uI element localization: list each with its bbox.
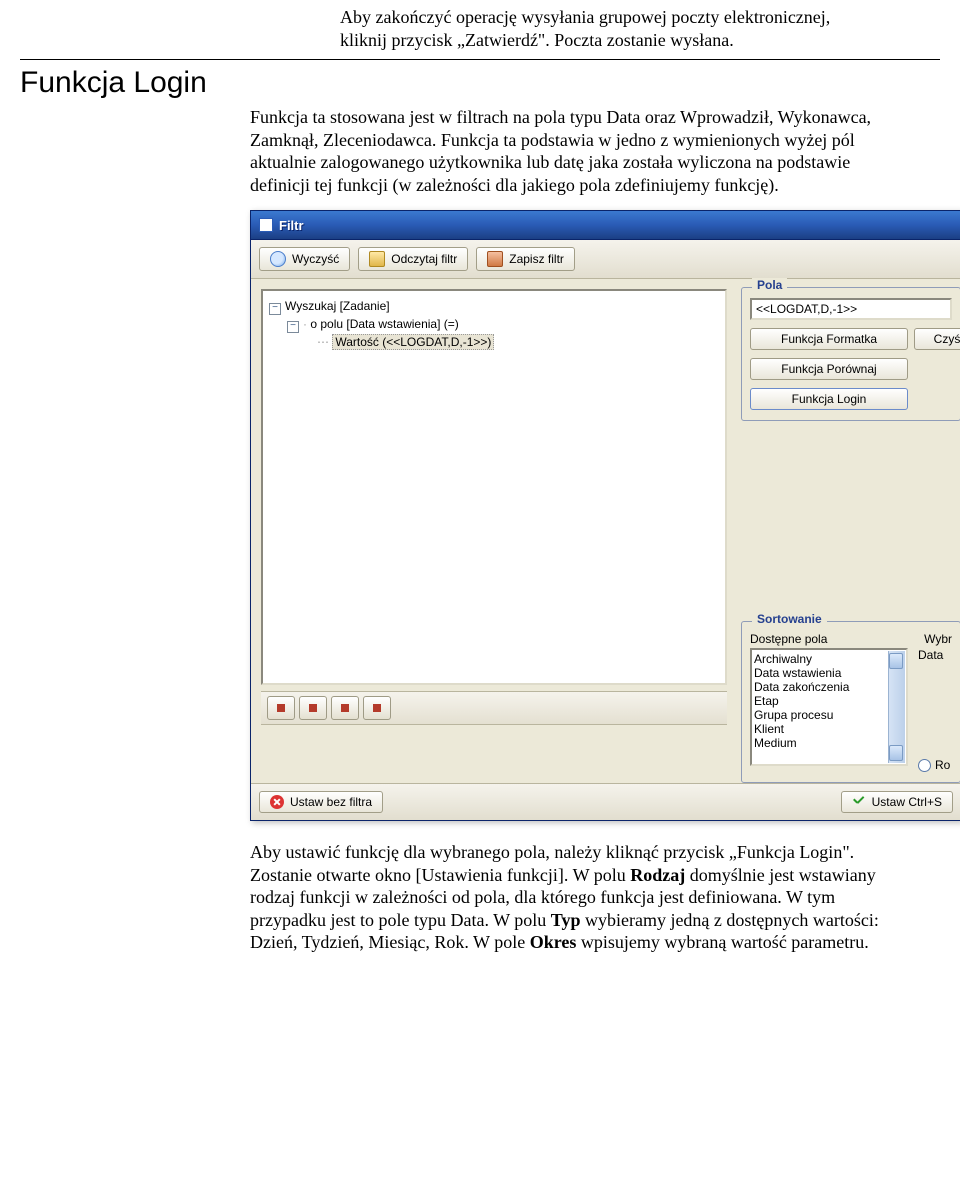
set-without-filter-label: Ustaw bez filtra [290,795,372,809]
mid-paragraph: Funkcja ta stosowana jest w filtrach na … [250,106,900,196]
sort-order-radio[interactable] [918,759,931,772]
open-icon [369,251,385,267]
move-up-button[interactable] [299,696,327,720]
criteria-tree[interactable]: −Wyszukaj [Zadanie] −· o polu [Data wsta… [261,289,727,685]
list-item[interactable]: Data wstawienia [754,666,904,680]
section-rule [20,59,940,60]
toolbar: Wyczyść Odczytaj filtr Zapisz filtr [251,240,960,279]
list-item[interactable]: Medium [754,736,904,750]
open-filter-button[interactable]: Odczytaj filtr [358,247,468,271]
section-heading: Funkcja Login [20,66,960,100]
tree-reorder-toolbar [261,691,727,725]
tree-collapse-icon[interactable]: − [287,321,299,333]
sort-order-label: Ro [935,758,950,772]
save-filter-label: Zapisz filtr [509,252,564,266]
list-item[interactable]: Data [918,648,950,662]
set-button-label: Ustaw Ctrl+S [872,795,942,809]
cancel-icon [270,795,284,809]
move-down-button[interactable] [331,696,359,720]
window-icon [259,218,273,232]
list-item[interactable]: Data zakończenia [754,680,904,694]
bottom-bar: Ustaw bez filtra Ustaw Ctrl+S [251,783,960,820]
filter-window: Filtr Wyczyść Odczytaj filtr Zapisz filt… [250,210,960,821]
list-item[interactable]: Archiwalny [754,652,904,666]
tree-root: Wyszukaj [Zadanie] [285,299,390,313]
ok-icon [852,795,866,809]
tree-collapse-icon[interactable]: − [269,303,281,315]
scrollbar[interactable] [888,651,905,763]
window-titlebar[interactable]: Filtr [251,211,960,240]
available-fields-label: Dostępne pola [750,632,827,646]
list-item[interactable]: Grupa procesu [754,708,904,722]
clear-icon [270,251,286,267]
czys-button[interactable]: Czyś [914,328,960,350]
clear-button[interactable]: Wyczyść [259,247,350,271]
funkcja-porownaj-button[interactable]: Funkcja Porównaj [750,358,908,380]
move-top-button[interactable] [267,696,295,720]
open-filter-label: Odczytaj filtr [391,252,457,266]
sortowanie-title: Sortowanie [752,612,827,626]
save-icon [487,251,503,267]
screenshot-figure: Filtr Wyczyść Odczytaj filtr Zapisz filt… [250,210,960,821]
save-filter-button[interactable]: Zapisz filtr [476,247,575,271]
selected-fields-label: Wybr [924,632,952,646]
tree-node[interactable]: o polu [Data wstawienia] (=) [310,317,458,331]
funkcja-formatka-button[interactable]: Funkcja Formatka [750,328,908,350]
intro-paragraph: Aby zakończyć operację wysyłania grupowe… [340,6,880,51]
clear-button-label: Wyczyść [292,252,339,266]
pola-value-input[interactable] [750,298,952,320]
outro-paragraph: Aby ustawić funkcję dla wybranego pola, … [250,841,890,954]
tree-leaf-value[interactable]: Wartość (<<LOGDAT,D,-1>>) [332,334,494,350]
sortowanie-group: Sortowanie Dostępne pola Wybr Archiwalny… [741,621,960,783]
set-button[interactable]: Ustaw Ctrl+S [841,791,953,813]
move-bottom-button[interactable] [363,696,391,720]
funkcja-login-button[interactable]: Funkcja Login [750,388,908,410]
set-without-filter-button[interactable]: Ustaw bez filtra [259,791,383,813]
pola-group: Pola Funkcja Formatka Czyś Funkcja Porów… [741,287,960,421]
pola-group-title: Pola [752,278,787,292]
list-item[interactable]: Klient [754,722,904,736]
window-title: Filtr [279,218,304,233]
available-fields-list[interactable]: Archiwalny Data wstawienia Data zakończe… [750,648,908,766]
list-item[interactable]: Etap [754,694,904,708]
